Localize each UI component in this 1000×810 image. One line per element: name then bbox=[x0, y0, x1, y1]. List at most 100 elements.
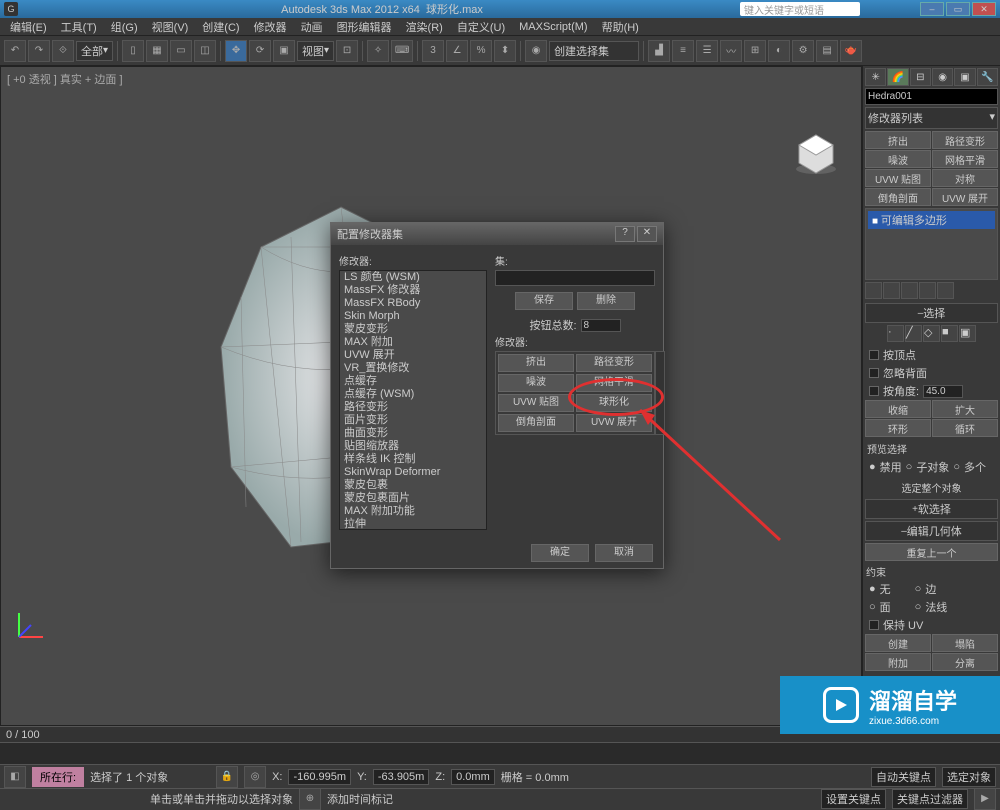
menu-group[interactable]: 组(G) bbox=[105, 18, 144, 36]
grow-button[interactable]: 扩大 bbox=[932, 400, 998, 418]
gridbtn-meshsmooth[interactable]: 网格平滑 bbox=[576, 374, 652, 392]
auto-key-button[interactable]: 自动关键点 bbox=[871, 767, 936, 787]
modifier-list-dropdown[interactable]: 修改器列表▾ bbox=[865, 107, 998, 129]
display-tab[interactable]: ▣ bbox=[954, 68, 975, 86]
list-item[interactable]: 点缓存 (WSM) bbox=[340, 388, 486, 401]
list-item[interactable]: MassFX 修改器 bbox=[340, 284, 486, 297]
layers-button[interactable]: ☰ bbox=[696, 40, 718, 62]
selection-rollout[interactable]: – 选择 bbox=[865, 303, 998, 323]
link-button[interactable]: ⟐ bbox=[52, 40, 74, 62]
stack-editable-poly[interactable]: ■ 可编辑多边形 bbox=[868, 211, 995, 229]
list-item[interactable]: 贴图缩放器 bbox=[340, 440, 486, 453]
mod-pathdeform[interactable]: 路径变形 bbox=[932, 131, 998, 149]
edit-geometry-rollout[interactable]: – 编辑几何体 bbox=[865, 521, 998, 541]
list-item[interactable]: 蒙皮包裹 bbox=[340, 479, 486, 492]
hierarchy-tab[interactable]: ⊟ bbox=[910, 68, 931, 86]
utilities-tab[interactable]: 🔧 bbox=[977, 68, 998, 86]
delete-set-button[interactable]: 删除 bbox=[577, 292, 635, 310]
snap-button[interactable]: 3 bbox=[422, 40, 444, 62]
named-sel-set[interactable]: 创建选择集 bbox=[549, 41, 639, 61]
gridbtn-noise[interactable]: 噪波 bbox=[498, 374, 574, 392]
mod-extrude[interactable]: 挤出 bbox=[865, 131, 931, 149]
collapse-button[interactable]: 塌陷 bbox=[932, 634, 998, 652]
ring-button[interactable]: 环形 bbox=[865, 419, 931, 437]
schematic-button[interactable]: ⊞ bbox=[744, 40, 766, 62]
gridbtn-bevelprofile[interactable]: 倒角剖面 bbox=[498, 414, 574, 432]
list-item[interactable]: 蒙皮包裹面片 bbox=[340, 492, 486, 505]
button-count-spinner[interactable]: 8 bbox=[581, 319, 621, 332]
save-set-button[interactable]: 保存 bbox=[515, 292, 573, 310]
menu-modifiers[interactable]: 修改器 bbox=[248, 18, 293, 36]
ignore-backfacing-checkbox[interactable] bbox=[869, 368, 879, 378]
list-item[interactable]: 样条线 IK 控制 bbox=[340, 453, 486, 466]
modify-tab[interactable]: 🌈 bbox=[887, 68, 908, 86]
show-result-icon[interactable] bbox=[883, 282, 900, 299]
subsel-edge-icon[interactable]: ╱ bbox=[905, 325, 922, 342]
mod-meshsmooth[interactable]: 网格平滑 bbox=[932, 150, 998, 168]
list-item[interactable]: 蒙皮变形 bbox=[340, 323, 486, 336]
configure-sets-icon[interactable] bbox=[937, 282, 954, 299]
redo-button[interactable]: ↷ bbox=[28, 40, 50, 62]
list-item[interactable]: MAX 附加 bbox=[340, 336, 486, 349]
gridbtn-uvwunwrap[interactable]: UVW 展开 bbox=[576, 414, 652, 432]
create-tab[interactable]: ✳ bbox=[865, 68, 886, 86]
viewcube-icon[interactable] bbox=[791, 127, 841, 177]
select-name-button[interactable]: ▦ bbox=[146, 40, 168, 62]
remove-mod-icon[interactable] bbox=[919, 282, 936, 299]
selection-filter[interactable]: 全部 ▾ bbox=[76, 41, 113, 61]
loop-button[interactable]: 循环 bbox=[932, 419, 998, 437]
viewport-label[interactable]: [ +0 透视 ] 真实 + 边面 ] bbox=[7, 71, 123, 87]
minimize-button[interactable]: – bbox=[920, 2, 944, 16]
curve-editor-button[interactable]: 〰 bbox=[720, 40, 742, 62]
attach-button[interactable]: 附加 bbox=[865, 653, 931, 671]
list-item[interactable]: 路径变形 bbox=[340, 401, 486, 414]
list-item[interactable]: UVW 展开 bbox=[340, 349, 486, 362]
dialog-close-button[interactable]: ✕ bbox=[637, 226, 657, 242]
list-item[interactable]: VR_置换修改 bbox=[340, 362, 486, 375]
angle-spinner[interactable]: 45.0 bbox=[923, 385, 963, 398]
list-item[interactable]: MAX 附加功能 bbox=[340, 505, 486, 518]
mod-noise[interactable]: 噪波 bbox=[865, 150, 931, 168]
list-item[interactable]: 拉伸 bbox=[340, 518, 486, 530]
menu-customize[interactable]: 自定义(U) bbox=[451, 18, 511, 36]
mirror-button[interactable]: ▟ bbox=[648, 40, 670, 62]
make-unique-icon[interactable] bbox=[901, 282, 918, 299]
menu-maxscript[interactable]: MAXScript(M) bbox=[513, 20, 593, 34]
sets-dropdown[interactable] bbox=[495, 270, 655, 286]
list-item[interactable]: LS 颜色 (WSM) bbox=[340, 271, 486, 284]
by-angle-checkbox[interactable] bbox=[869, 386, 879, 396]
repeat-last-button[interactable]: 重复上一个 bbox=[865, 543, 998, 561]
subsel-element-icon[interactable]: ▣ bbox=[959, 325, 976, 342]
list-item[interactable]: MassFX RBody bbox=[340, 297, 486, 310]
keep-uv-checkbox[interactable] bbox=[869, 620, 879, 630]
list-item[interactable]: SkinWrap Deformer bbox=[340, 466, 486, 479]
help-search-input[interactable]: 键入关键字或短语 bbox=[740, 2, 860, 16]
pivot-button[interactable]: ⊡ bbox=[336, 40, 358, 62]
grid-scrollbar[interactable] bbox=[655, 351, 665, 435]
move-button[interactable]: ✥ bbox=[225, 40, 247, 62]
gridbtn-spherify[interactable]: 球形化 bbox=[576, 394, 652, 412]
subsel-border-icon[interactable]: ◇ bbox=[923, 325, 940, 342]
dialog-help-button[interactable]: ? bbox=[615, 226, 635, 242]
subsel-vertex-icon[interactable]: · bbox=[887, 325, 904, 342]
material-editor-button[interactable]: ◐ bbox=[768, 40, 790, 62]
motion-tab[interactable]: ◉ bbox=[932, 68, 953, 86]
ref-coord[interactable]: 视图 ▾ bbox=[297, 41, 334, 61]
list-item[interactable]: 面片变形 bbox=[340, 414, 486, 427]
maximize-button[interactable]: ▭ bbox=[946, 2, 970, 16]
gridbtn-uvwmap[interactable]: UVW 贴图 bbox=[498, 394, 574, 412]
select-rect-button[interactable]: ▭ bbox=[170, 40, 192, 62]
undo-button[interactable]: ↶ bbox=[4, 40, 26, 62]
track-bar[interactable] bbox=[0, 742, 1000, 764]
window-crossing-button[interactable]: ◫ bbox=[194, 40, 216, 62]
lock-selection-icon[interactable]: 🔒 bbox=[216, 766, 238, 788]
menu-animation[interactable]: 动画 bbox=[295, 18, 329, 36]
create-button[interactable]: 创建 bbox=[865, 634, 931, 652]
list-item[interactable]: Skin Morph bbox=[340, 310, 486, 323]
modifiers-listbox[interactable]: LS 颜色 (WSM)MassFX 修改器MassFX RBodySkin Mo… bbox=[339, 270, 487, 530]
mod-bevelprofile[interactable]: 倒角剖面 bbox=[865, 188, 931, 206]
render-frame-button[interactable]: ▤ bbox=[816, 40, 838, 62]
menu-edit[interactable]: 编辑(E) bbox=[4, 18, 53, 36]
z-coord-field[interactable]: 0.0mm bbox=[451, 769, 495, 785]
isolate-icon[interactable]: ◎ bbox=[244, 766, 266, 788]
